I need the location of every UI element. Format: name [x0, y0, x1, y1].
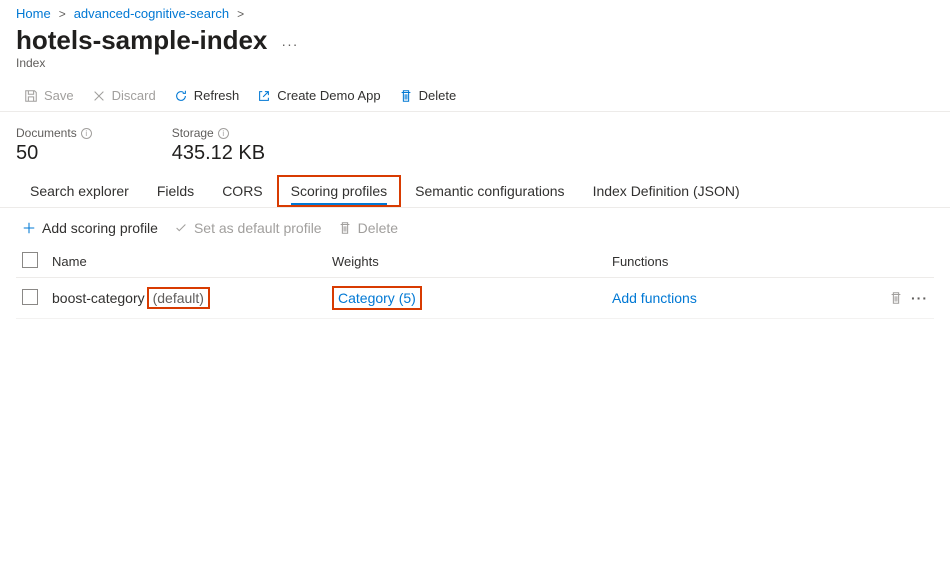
page-title: hotels-sample-index [16, 25, 267, 56]
check-icon [174, 221, 188, 235]
stats-panel: Documents i 50 Storage i 435.12 KB [0, 112, 950, 175]
save-button[interactable]: Save [16, 84, 82, 107]
documents-label: Documents [16, 126, 77, 140]
breadcrumb-service[interactable]: advanced-cognitive-search [74, 6, 229, 21]
save-icon [24, 89, 38, 103]
cell-name: boost-category (default) [52, 287, 332, 309]
delete-icon[interactable] [889, 291, 903, 305]
info-icon[interactable]: i [81, 128, 92, 139]
add-functions-link[interactable]: Add functions [612, 290, 697, 306]
set-default-label: Set as default profile [194, 220, 322, 236]
delete-label: Delete [419, 88, 457, 103]
set-default-profile-button[interactable]: Set as default profile [168, 218, 328, 238]
tab-scoring-profiles[interactable]: Scoring profiles [277, 175, 402, 207]
close-icon [92, 89, 106, 103]
scoring-profiles-table: Name Weights Functions boost-category (d… [0, 246, 950, 319]
th-name: Name [52, 254, 332, 269]
discard-button[interactable]: Discard [84, 84, 164, 107]
chevron-right-icon: > [59, 7, 66, 21]
th-functions: Functions [612, 254, 864, 269]
weight-link[interactable]: Category (5) [332, 286, 422, 310]
external-link-icon [257, 89, 271, 103]
documents-value: 50 [16, 142, 92, 165]
row-actions: ··· [864, 290, 934, 306]
table-row: boost-category (default) Category (5) Ad… [16, 278, 934, 319]
command-bar: Save Discard Refresh Create Demo App Del… [0, 80, 950, 112]
more-icon[interactable]: ··· [911, 290, 928, 306]
sub-delete-button[interactable]: Delete [332, 218, 404, 238]
tab-index-definition[interactable]: Index Definition (JSON) [579, 175, 754, 207]
documents-stat: Documents i 50 [16, 126, 92, 165]
refresh-label: Refresh [194, 88, 240, 103]
tab-semantic-configurations[interactable]: Semantic configurations [401, 175, 578, 207]
page-subtitle: Index [0, 56, 950, 80]
sub-delete-label: Delete [358, 220, 398, 236]
breadcrumb-home[interactable]: Home [16, 6, 51, 21]
save-label: Save [44, 88, 74, 103]
breadcrumb: Home > advanced-cognitive-search > [0, 0, 950, 23]
refresh-button[interactable]: Refresh [166, 84, 248, 107]
delete-icon [338, 221, 352, 235]
delete-icon [399, 89, 413, 103]
tab-search-explorer[interactable]: Search explorer [16, 175, 143, 207]
add-scoring-label: Add scoring profile [42, 220, 158, 236]
th-weights: Weights [332, 254, 612, 269]
storage-value: 435.12 KB [172, 142, 265, 165]
storage-stat: Storage i 435.12 KB [172, 126, 265, 165]
storage-label: Storage [172, 126, 214, 140]
delete-button[interactable]: Delete [391, 84, 465, 107]
select-all-checkbox[interactable] [22, 252, 38, 268]
tab-cors[interactable]: CORS [208, 175, 276, 207]
discard-label: Discard [112, 88, 156, 103]
tab-fields[interactable]: Fields [143, 175, 208, 207]
tabs: Search explorer Fields CORS Scoring prof… [0, 175, 950, 208]
cell-weights: Category (5) [332, 286, 612, 310]
profile-name: boost-category [52, 290, 145, 306]
row-checkbox[interactable] [22, 289, 38, 305]
info-icon[interactable]: i [218, 128, 229, 139]
scoring-toolbar: Add scoring profile Set as default profi… [0, 208, 950, 246]
more-actions-icon[interactable]: ··· [281, 36, 298, 52]
create-demo-button[interactable]: Create Demo App [249, 84, 388, 107]
refresh-icon [174, 89, 188, 103]
create-demo-label: Create Demo App [277, 88, 380, 103]
cell-functions: Add functions [612, 290, 864, 306]
table-header: Name Weights Functions [16, 246, 934, 278]
default-badge: (default) [147, 287, 210, 309]
plus-icon [22, 221, 36, 235]
chevron-right-icon: > [237, 7, 244, 21]
add-scoring-profile-button[interactable]: Add scoring profile [16, 218, 164, 238]
title-row: hotels-sample-index ··· [0, 23, 950, 56]
